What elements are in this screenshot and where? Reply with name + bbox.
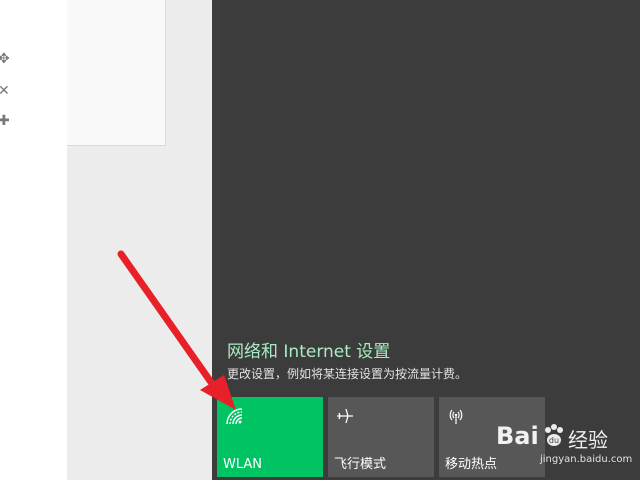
baidu-jingyan-watermark: Bai du 经验 jingyan.baidu.com [490, 418, 640, 480]
watermark-product: 经验 [568, 428, 608, 452]
red-arrow-annotation [117, 250, 236, 410]
watermark-url: jingyan.baidu.com [540, 454, 633, 465]
baidu-paw-icon: du [545, 424, 563, 446]
watermark-brand: Bai [496, 422, 539, 450]
watermark-paw-text: du [549, 436, 559, 445]
